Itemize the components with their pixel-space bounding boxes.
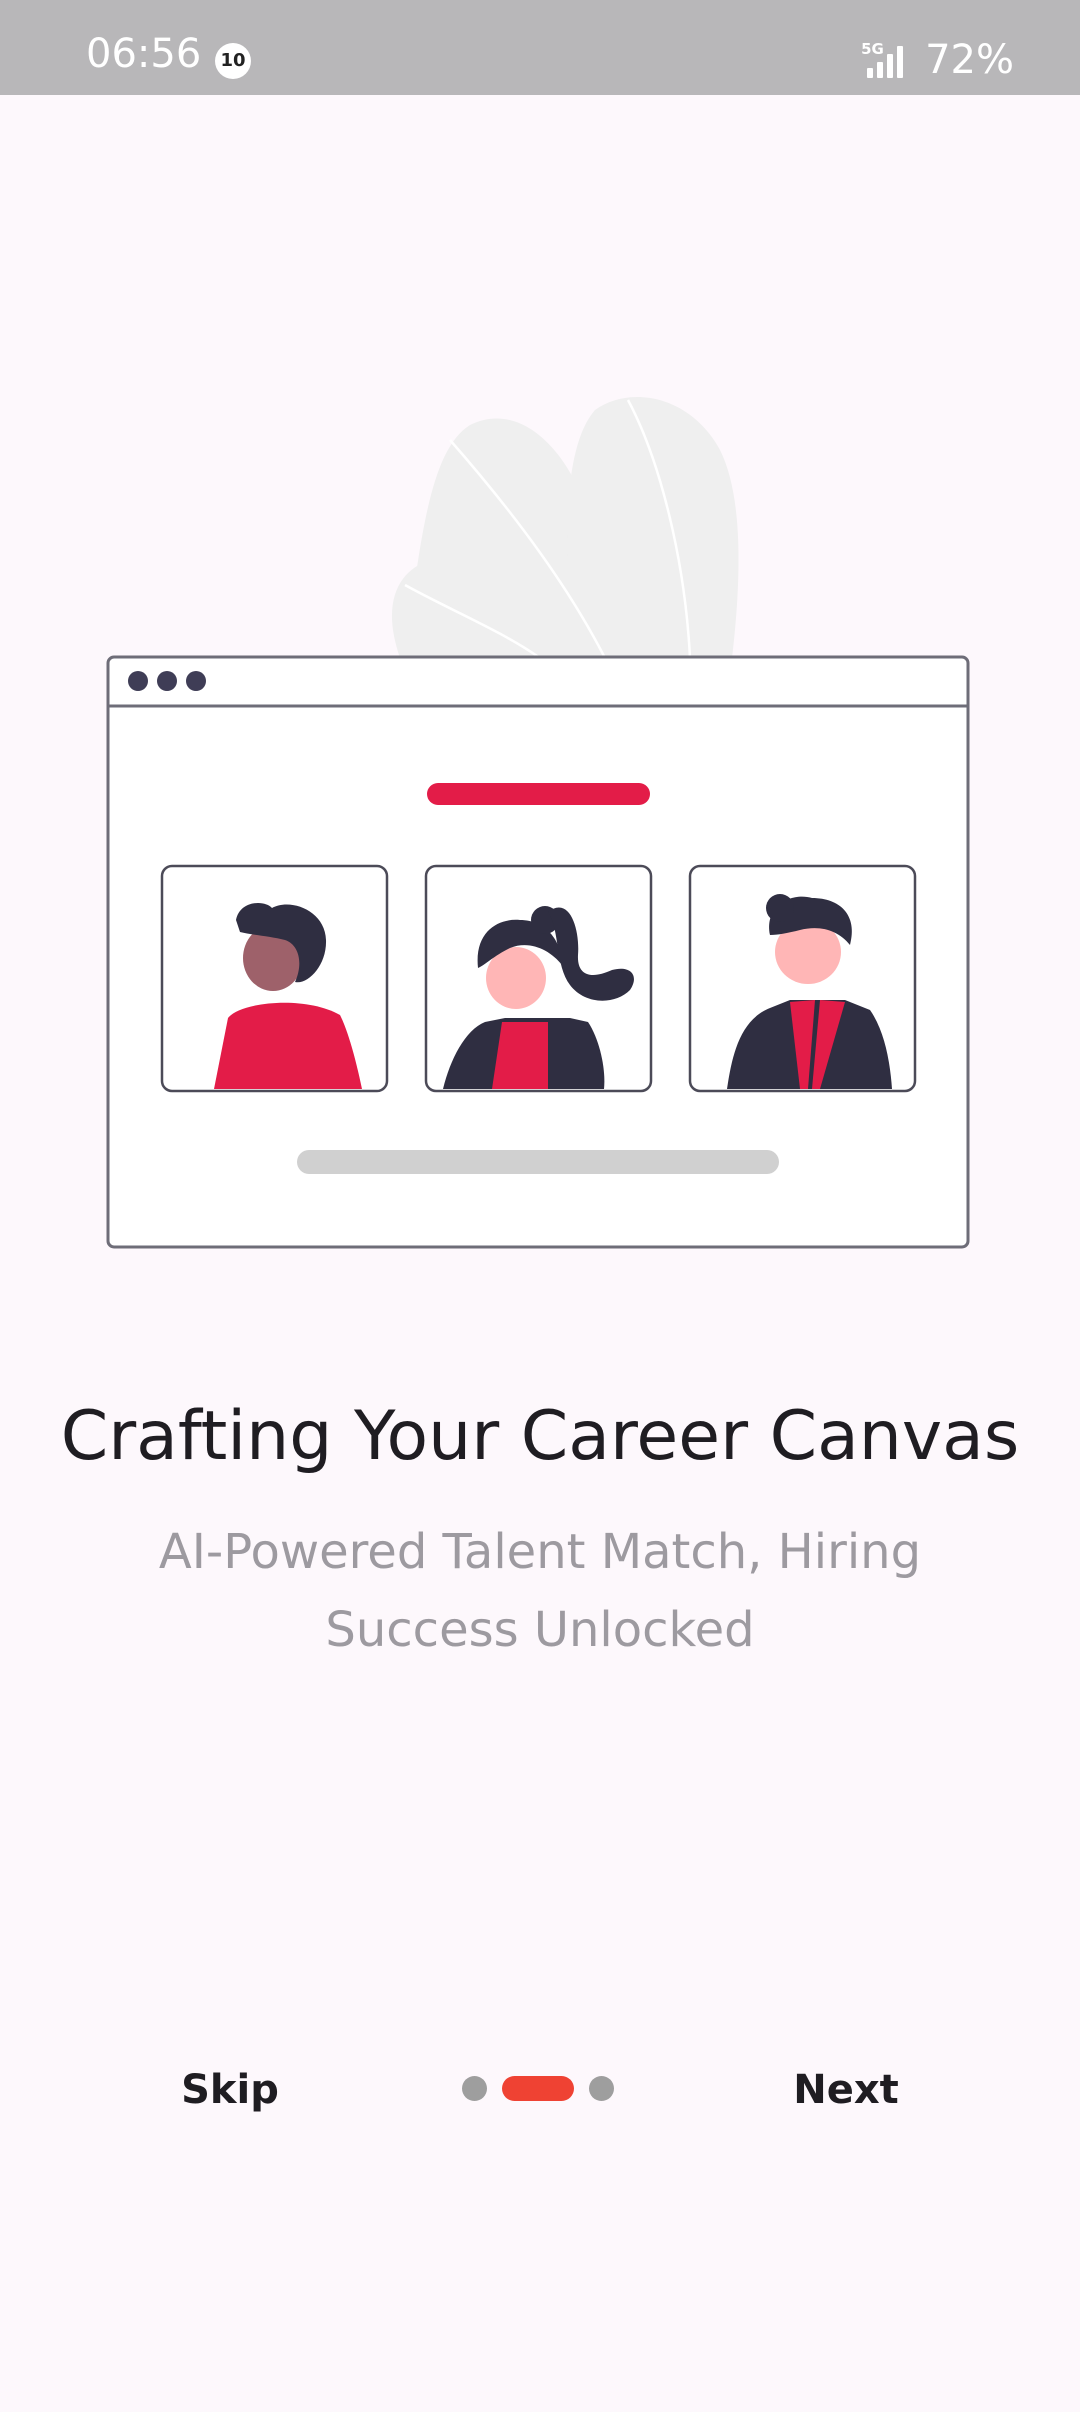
notification-badge: 10 (215, 43, 251, 79)
header-bar (427, 783, 650, 805)
footer-bar (297, 1150, 779, 1174)
network-type: 5G (861, 40, 884, 58)
page-title: Crafting Your Career Canvas (60, 1397, 1020, 1476)
page-indicator (462, 2076, 614, 2102)
page-dot[interactable] (589, 2076, 614, 2101)
status-time: 06:56 (86, 31, 202, 77)
candidate-profiles-illustration (106, 397, 970, 1249)
page-dot[interactable] (462, 2076, 487, 2101)
battery-level: 72% (925, 37, 1014, 83)
window-dot (157, 671, 177, 691)
status-bar: 06:56 10 5G 72% (0, 0, 1080, 95)
signal-bars-icon: 5G (861, 40, 911, 80)
window-dot (128, 671, 148, 691)
status-indicators: 5G 72% (861, 36, 1014, 80)
window-dot (186, 671, 206, 691)
page-dot-active[interactable] (502, 2076, 574, 2101)
next-button[interactable]: Next (766, 2060, 926, 2120)
skip-button[interactable]: Skip (150, 2060, 310, 2120)
page-subtitle: AI-Powered Talent Match, Hiring Success … (158, 1524, 922, 1658)
